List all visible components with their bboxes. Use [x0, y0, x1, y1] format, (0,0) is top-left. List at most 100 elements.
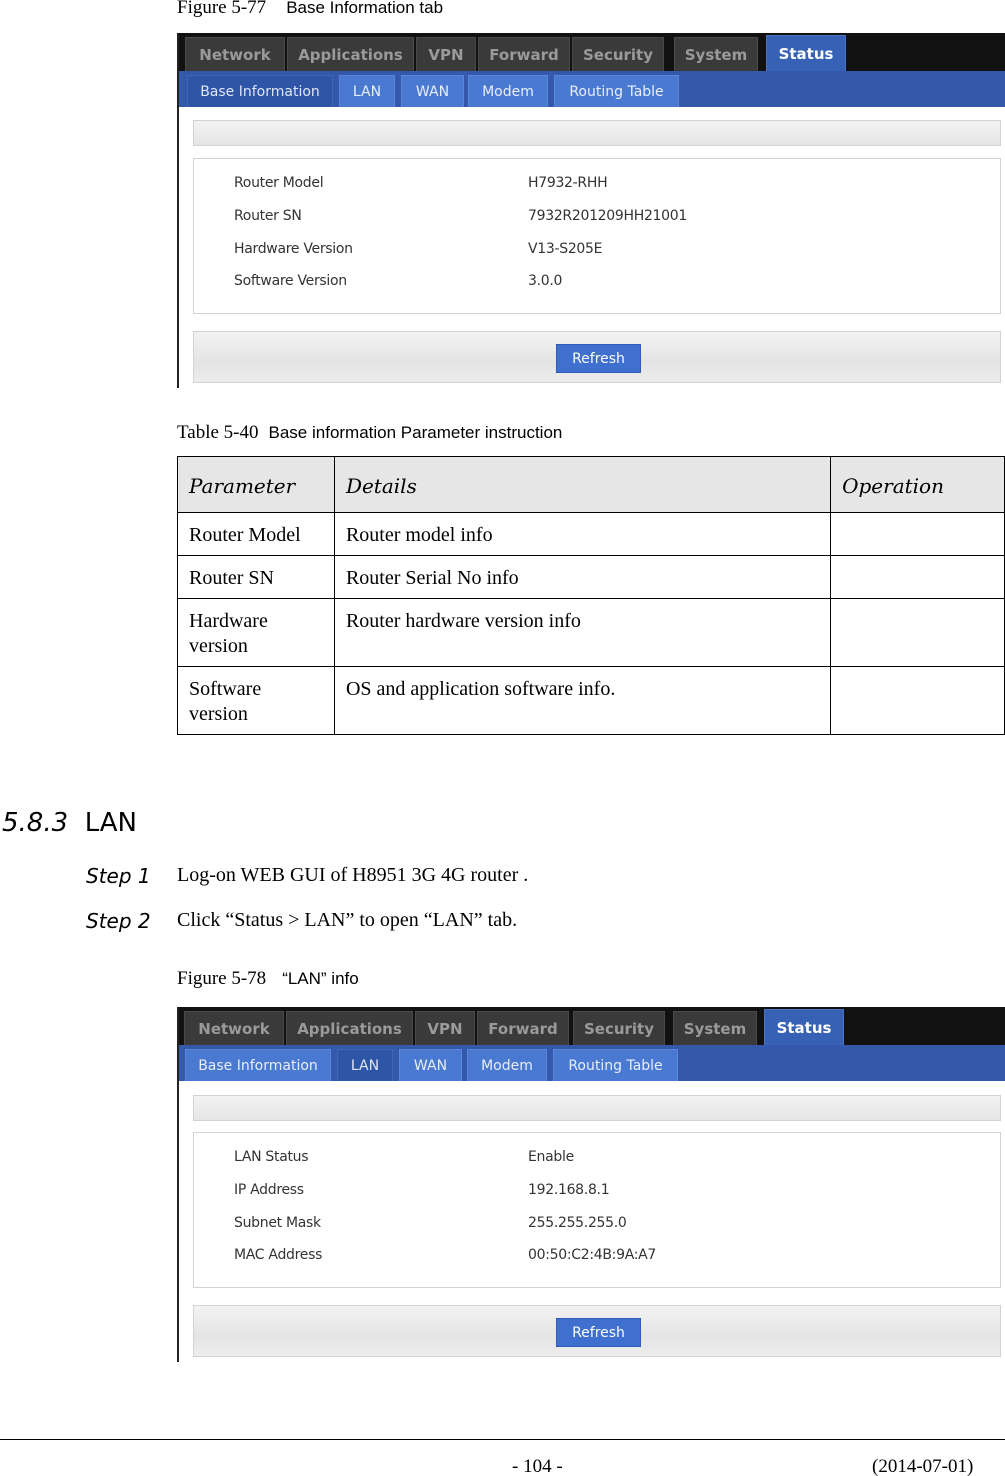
step-text: Log-on WEB GUI of H8951 3G 4G router . — [177, 864, 529, 886]
cell-parameter: Software version — [177, 666, 335, 735]
button-bar: Refresh — [193, 331, 1001, 383]
main-tab-network[interactable]: Network — [185, 37, 285, 71]
sub-tab-modem[interactable]: Modem — [467, 1049, 547, 1081]
cell-parameter: Router Model — [177, 512, 335, 556]
section-heading: 5.8.3 LAN — [2, 808, 137, 838]
column-header-details: Details — [333, 456, 832, 513]
sub-tab-lan[interactable]: LAN — [337, 1049, 393, 1081]
main-tab-system[interactable]: System — [674, 37, 758, 71]
table-title: Base information Parameter instruction — [268, 423, 563, 442]
section-number: 5.8.3 — [2, 808, 69, 838]
info-label: LAN Status — [234, 1149, 309, 1165]
info-label: Hardware Version — [234, 241, 353, 257]
parameter-table: Parameter Details Operation Router Model… — [177, 456, 1005, 735]
main-tab-security[interactable]: Security — [572, 37, 664, 71]
step-item: Step 2 Click “Status > LAN” to open “LAN… — [0, 909, 1005, 935]
figure-title: Base Information tab — [286, 0, 444, 17]
main-tab-vpn[interactable]: VPN — [415, 1011, 475, 1045]
info-value: 00:50:C2:4B:9A:A7 — [528, 1247, 657, 1263]
info-label: MAC Address — [234, 1247, 323, 1263]
cell-operation — [830, 512, 1005, 556]
info-label: Router SN — [234, 208, 302, 224]
step-label: Step 1 — [86, 864, 151, 888]
main-tab-forward[interactable]: Forward — [478, 37, 570, 71]
table-row: Router SN Router Serial No info — [177, 555, 1005, 599]
info-row: Router Model H7932-RHH — [234, 175, 1000, 195]
info-label: Software Version — [234, 273, 347, 289]
info-value: Enable — [528, 1149, 574, 1165]
table-number: Table 5-40 — [177, 422, 259, 443]
section-title-strip — [193, 120, 1001, 146]
refresh-button[interactable]: Refresh — [556, 344, 641, 373]
step-item: Step 1 Log-on WEB GUI of H8951 3G 4G rou… — [0, 864, 1005, 890]
router-ui-screenshot-base-info: Network Applications VPN Forward Securit… — [177, 33, 1005, 388]
sub-tab-wan[interactable]: WAN — [401, 75, 464, 107]
section-title-strip — [193, 1095, 1001, 1121]
document-date: (2014-07-01) — [872, 1456, 974, 1476]
cell-parameter: Router SN — [177, 555, 335, 599]
cell-details: Router Serial No info — [333, 555, 832, 599]
sub-nav-bar: Base Information LAN WAN Modem Routing T… — [179, 1045, 1005, 1081]
sub-tab-base-information[interactable]: Base Information — [187, 75, 333, 107]
figure-number: Figure 5-77 — [177, 0, 267, 18]
info-row: LAN Status Enable — [234, 1149, 1000, 1169]
info-label: Router Model — [234, 175, 324, 191]
sub-tab-routing-table[interactable]: Routing Table — [554, 75, 679, 107]
info-value: 255.255.255.0 — [528, 1215, 627, 1231]
sub-tab-routing-table[interactable]: Routing Table — [553, 1049, 678, 1081]
figure-title: “LAN” info — [282, 969, 359, 988]
info-value: 192.168.8.1 — [528, 1182, 610, 1198]
cell-operation — [830, 598, 1005, 667]
info-row: Hardware Version V13-S205E — [234, 241, 1000, 261]
sub-tab-lan[interactable]: LAN — [339, 75, 395, 107]
table-caption: Table 5-40 Base information Parameter ins… — [177, 422, 562, 444]
sub-nav-bar: Base Information LAN WAN Modem Routing T… — [179, 71, 1005, 107]
info-label: Subnet Mask — [234, 1215, 321, 1231]
cell-details: Router model info — [333, 512, 832, 556]
table-row: Router Model Router model info — [177, 512, 1005, 556]
footer-divider — [0, 1439, 1005, 1440]
column-header-parameter: Parameter — [177, 456, 335, 513]
cell-operation — [830, 555, 1005, 599]
cell-details: Router hardware version info — [333, 598, 832, 667]
main-tab-vpn[interactable]: VPN — [416, 37, 476, 71]
section-title: LAN — [84, 808, 138, 838]
main-tab-status[interactable]: Status — [764, 1009, 844, 1045]
info-panel: Router Model H7932-RHH Router SN 7932R20… — [193, 158, 1001, 314]
content-area: LAN Status Enable IP Address 192.168.8.1… — [179, 1081, 1005, 1362]
column-header-operation: Operation — [830, 456, 1005, 513]
main-tab-system[interactable]: System — [673, 1011, 757, 1045]
info-label: IP Address — [234, 1182, 304, 1198]
info-panel: LAN Status Enable IP Address 192.168.8.1… — [193, 1132, 1001, 1288]
figure-caption: Figure 5-78 “LAN” info — [177, 968, 359, 990]
info-value: 3.0.0 — [528, 273, 563, 289]
info-row: Router SN 7932R201209HH21001 — [234, 208, 1000, 228]
main-tab-applications[interactable]: Applications — [286, 1011, 413, 1045]
cell-parameter: Hardware version — [177, 598, 335, 667]
router-ui-screenshot-lan: Network Applications VPN Forward Securit… — [177, 1007, 1005, 1362]
main-tab-status[interactable]: Status — [766, 35, 846, 71]
info-value: H7932-RHH — [528, 175, 608, 191]
refresh-button[interactable]: Refresh — [556, 1318, 641, 1347]
sub-tab-base-information[interactable]: Base Information — [185, 1049, 331, 1081]
figure-number: Figure 5-78 — [177, 968, 267, 989]
info-value: 7932R201209HH21001 — [528, 208, 687, 224]
info-row: MAC Address 00:50:C2:4B:9A:A7 — [234, 1247, 1000, 1267]
table-header-row: Parameter Details Operation — [177, 456, 1005, 513]
step-label: Step 2 — [86, 909, 151, 933]
page-number: - 104 - — [512, 1456, 563, 1476]
info-row: IP Address 192.168.8.1 — [234, 1182, 1000, 1202]
main-tab-security[interactable]: Security — [573, 1011, 665, 1045]
cell-details: OS and application software info. — [333, 666, 832, 735]
main-tab-network[interactable]: Network — [184, 1011, 284, 1045]
sub-tab-wan[interactable]: WAN — [399, 1049, 462, 1081]
step-text: Click “Status > LAN” to open “LAN” tab. — [177, 909, 518, 931]
main-nav-bar: Network Applications VPN Forward Securit… — [179, 1007, 1005, 1045]
info-row: Software Version 3.0.0 — [234, 273, 1000, 293]
sub-tab-modem[interactable]: Modem — [468, 75, 548, 107]
table-row: Software version OS and application soft… — [177, 666, 1005, 735]
main-tab-forward[interactable]: Forward — [477, 1011, 569, 1045]
main-tab-applications[interactable]: Applications — [287, 37, 414, 71]
figure-caption: Figure 5-77 Base Information tab — [177, 0, 443, 19]
info-row: Subnet Mask 255.255.255.0 — [234, 1215, 1000, 1235]
